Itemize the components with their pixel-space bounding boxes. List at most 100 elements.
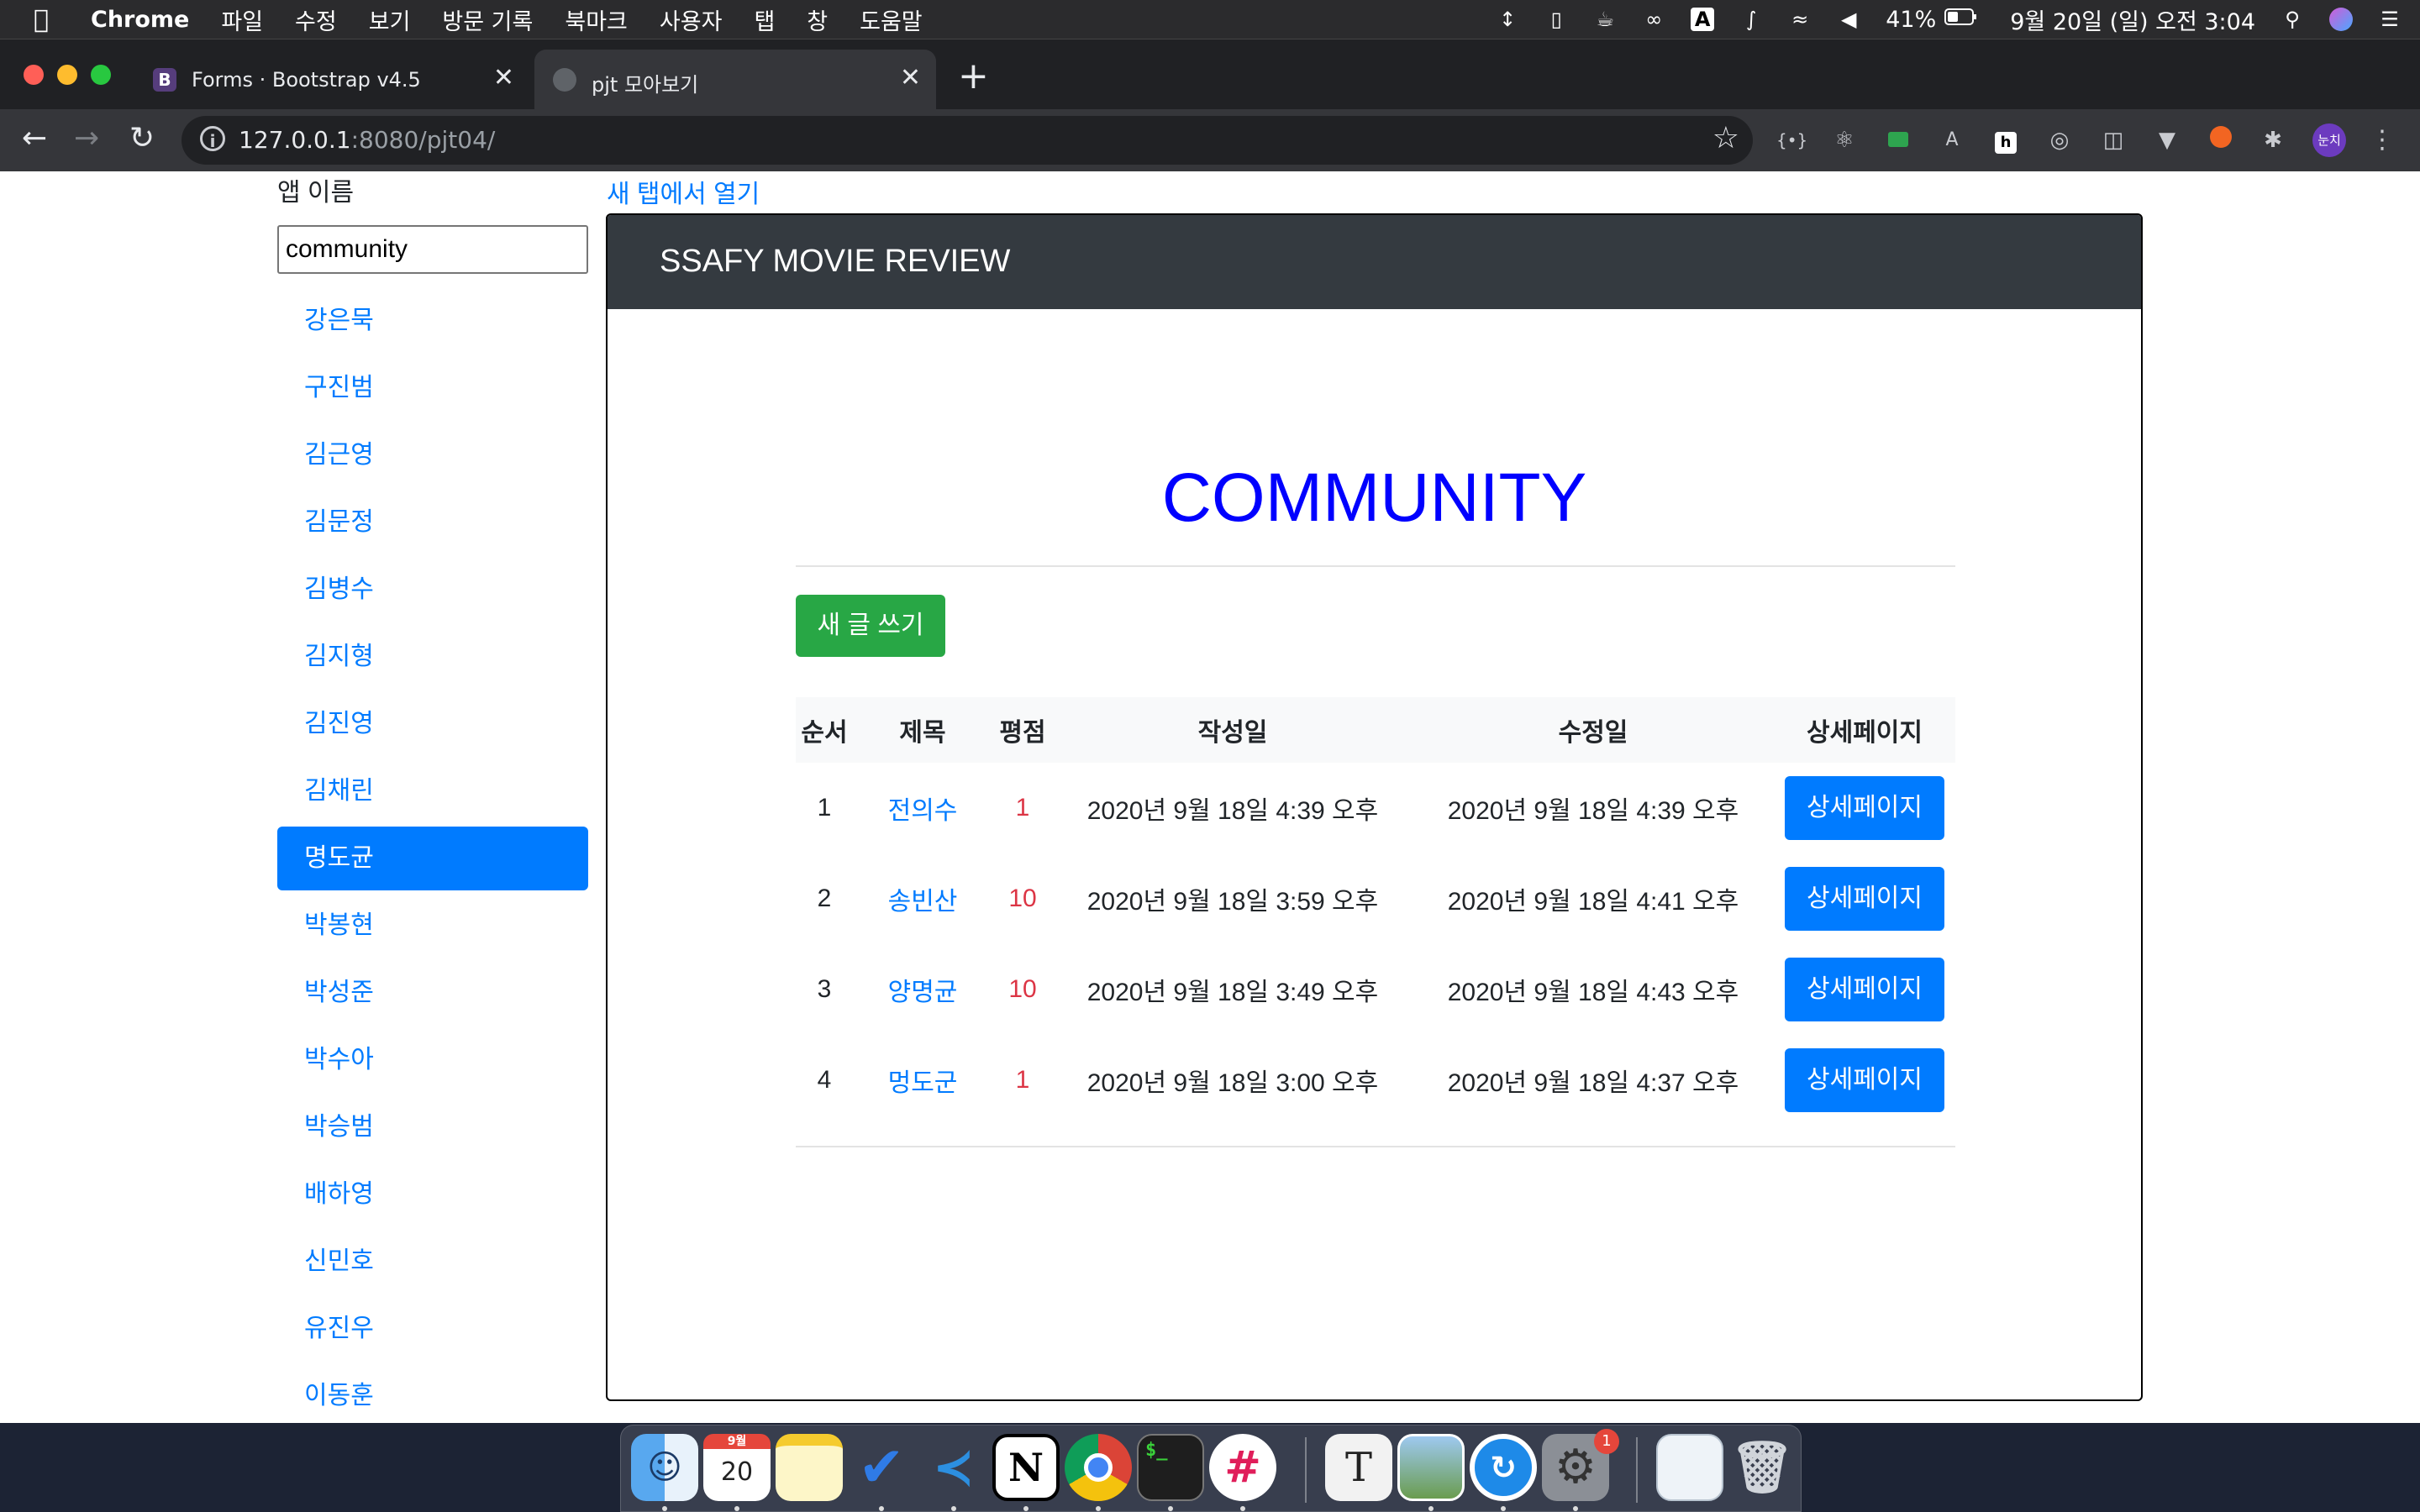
navbar-brand[interactable]: SSAFY MOVIE REVIEW [660, 244, 1010, 280]
name-item[interactable]: 박수아 [277, 1028, 588, 1092]
bookmark-star-icon[interactable]: ☆ [1712, 121, 1739, 155]
transmit-icon[interactable]: ↻ [1470, 1434, 1537, 1501]
vscode-icon[interactable]: ≺ [920, 1434, 987, 1501]
siri-icon[interactable] [2329, 8, 2353, 31]
document-icon[interactable] [1656, 1434, 1723, 1501]
name-item[interactable]: 이동훈 [277, 1364, 588, 1428]
new-tab-button[interactable]: + [958, 55, 989, 97]
todo-icon[interactable]: ✔ [848, 1434, 915, 1501]
cell-created: 2020년 9월 18일 3:59 오후 [1086, 888, 1379, 916]
name-item[interactable]: 김진영 [277, 692, 588, 756]
name-item[interactable]: 박봉현 [277, 894, 588, 958]
name-item[interactable]: 김문정 [277, 491, 588, 554]
menu-edit[interactable]: 수정 [295, 3, 337, 36]
vue-icon[interactable]: ▼ [2153, 126, 2181, 155]
spotlight-icon[interactable]: ⚲ [2281, 8, 2304, 31]
menu-view[interactable]: 보기 [369, 3, 411, 36]
menu-window[interactable]: 창 [807, 3, 828, 36]
typora-icon[interactable]: T [1325, 1434, 1392, 1501]
menu-bookmarks[interactable]: 북마크 [565, 3, 628, 36]
reload-icon[interactable]: ↻ [129, 121, 155, 155]
text-ext-icon[interactable]: A [1938, 126, 1966, 155]
name-item[interactable]: 유진우 [277, 1297, 588, 1361]
browser-toolbar: ← → ↻ i 127.0.0.1:8080/pjt04/ ☆ {•} ⚛ A … [0, 109, 2420, 171]
cell-title-link[interactable]: 송빈산 [853, 853, 992, 944]
terminal-icon[interactable]: $_ [1137, 1434, 1204, 1501]
chrome-icon[interactable] [1065, 1434, 1132, 1501]
name-item[interactable]: 김병수 [277, 558, 588, 622]
name-item[interactable]: 박승범 [277, 1095, 588, 1159]
orange-ext-icon[interactable] [2207, 126, 2235, 155]
zoom-window-button[interactable] [91, 65, 111, 85]
detail-button[interactable]: 상세페이지 [1785, 776, 1944, 840]
glasses-icon[interactable]: ∞ [1642, 8, 1665, 31]
cell-title-link[interactable]: 전의수 [853, 763, 992, 853]
detail-button[interactable]: 상세페이지 [1785, 958, 1944, 1021]
finder-icon[interactable]: ☺ [631, 1434, 698, 1501]
menu-history[interactable]: 방문 기록 [442, 3, 533, 36]
sort-arrows-icon[interactable]: ↕ [1496, 8, 1519, 31]
menu-people[interactable]: 사용자 [660, 3, 723, 36]
cell-score: 10 [1008, 975, 1037, 1003]
json-icon[interactable]: {•} [1776, 126, 1807, 155]
name-item[interactable]: 김지형 [277, 625, 588, 689]
notes-icon[interactable] [776, 1434, 843, 1501]
name-item[interactable]: 구진범 [277, 356, 588, 420]
detail-button[interactable]: 상세페이지 [1785, 867, 1944, 931]
volume-icon[interactable]: ◀ [1837, 8, 1860, 31]
site-info-icon[interactable]: i [200, 126, 225, 151]
name-item[interactable]: 배하영 [277, 1163, 588, 1226]
react-icon[interactable]: ⚛ [1830, 126, 1859, 155]
puzzle-icon[interactable]: ✱ [2259, 126, 2287, 155]
wifi-icon[interactable]: ≈ [1788, 8, 1812, 31]
close-icon[interactable]: ✕ [493, 63, 514, 92]
cell-title-link[interactable]: 멍도군 [853, 1035, 992, 1126]
new-post-button[interactable]: 새 글 쓰기 [796, 595, 945, 657]
control-center-icon[interactable]: ☰ [2378, 8, 2402, 31]
slack-icon[interactable]: # [1209, 1434, 1276, 1501]
name-item[interactable]: 신민호 [277, 1230, 588, 1294]
name-item[interactable]: 김채린 [277, 759, 588, 823]
detail-button[interactable]: 상세페이지 [1785, 1048, 1944, 1112]
address-bar[interactable]: i 127.0.0.1:8080/pjt04/ ☆ [182, 116, 1753, 165]
url-text[interactable]: 127.0.0.1:8080/pjt04/ [239, 126, 495, 154]
target-icon[interactable]: ◎ [2045, 126, 2074, 155]
close-icon[interactable]: ✕ [900, 63, 921, 92]
notion-icon[interactable]: N [992, 1434, 1060, 1501]
menubar-app-name[interactable]: Chrome [91, 7, 189, 33]
calendar-icon[interactable]: 9월 20 [703, 1434, 771, 1501]
menu-file[interactable]: 파일 [221, 3, 263, 36]
trello-icon[interactable]: ◫ [2099, 126, 2128, 155]
more-vert-icon[interactable]: ⋮ [2368, 126, 2396, 155]
input-a-icon[interactable]: A [1691, 8, 1715, 31]
cell-no: 3 [817, 975, 832, 1003]
tab-pjt-overview[interactable]: pjt 모아보기 ✕ [534, 50, 936, 110]
minimize-window-button[interactable] [57, 65, 77, 85]
name-item-active[interactable]: 명도균 [277, 827, 588, 890]
back-arrow-icon[interactable]: ← [22, 121, 47, 155]
menubar-clock[interactable]: 9월 20일 (일) 오전 3:04 [2010, 3, 2255, 36]
hypothesis-icon[interactable]: h [1991, 126, 2020, 155]
close-window-button[interactable] [24, 65, 44, 85]
dock-separator [1636, 1437, 1638, 1503]
menu-help[interactable]: 도움말 [860, 3, 923, 36]
green-ext-icon[interactable] [1884, 126, 1912, 155]
apple-icon[interactable]:  [34, 5, 59, 34]
trash-icon[interactable]: 🗑 [1728, 1434, 1796, 1501]
battery-icon[interactable] [1944, 8, 1978, 31]
profile-avatar[interactable]: 눈치 [2312, 123, 2346, 157]
app-name-input[interactable] [277, 225, 588, 274]
name-item[interactable]: 김근영 [277, 423, 588, 487]
menu-tab[interactable]: 탭 [754, 3, 775, 36]
bluetooth-icon[interactable]: ∫ [1739, 8, 1763, 31]
cell-created: 2020년 9월 18일 3:00 오후 [1086, 1069, 1379, 1097]
name-item[interactable]: 박성준 [277, 961, 588, 1025]
forward-arrow-icon[interactable]: → [74, 121, 99, 155]
name-item[interactable]: 강은묵 [277, 289, 588, 353]
open-new-tab-link[interactable]: 새 탭에서 열기 [607, 173, 760, 210]
tablet-icon[interactable]: ▯ [1544, 8, 1568, 31]
preview-icon[interactable] [1397, 1434, 1465, 1501]
cell-title-link[interactable]: 양명균 [853, 944, 992, 1035]
coffee-icon[interactable]: ☕ [1593, 8, 1617, 31]
tab-bootstrap-forms[interactable]: B Forms · Bootstrap v4.5 ✕ [134, 50, 529, 110]
